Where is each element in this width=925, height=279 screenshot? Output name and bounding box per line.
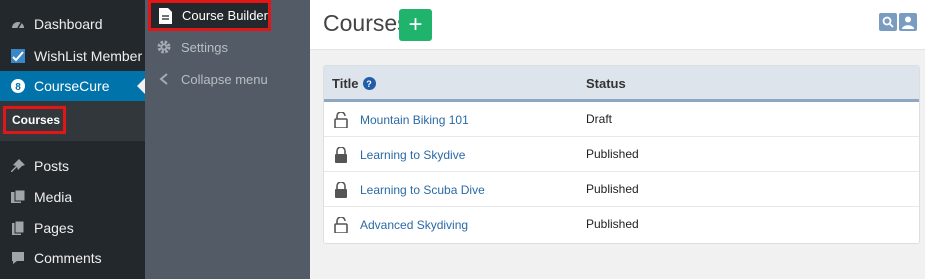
menu-item-pages[interactable]: Pages [0, 213, 145, 243]
menu-item-dashboard[interactable]: Dashboard [0, 9, 145, 39]
active-arrow [137, 78, 145, 94]
lock-icon [334, 181, 348, 198]
comment-icon [9, 249, 27, 267]
table-row: Advanced Skydiving Published [324, 207, 919, 242]
course-status: Published [586, 147, 639, 161]
menu-label: Pages [34, 220, 74, 236]
document-icon [157, 7, 173, 24]
menu-item-wishlist-member[interactable]: WishList Member [0, 41, 145, 71]
dashboard-icon [9, 15, 27, 33]
page-title: Courses [323, 10, 409, 36]
checkmark-icon [9, 47, 27, 65]
svg-text:8: 8 [15, 82, 21, 93]
help-icon[interactable]: ? [362, 77, 376, 90]
course-title-link[interactable]: Learning to Skydive [360, 148, 465, 162]
menu-label: Dashboard [34, 16, 103, 32]
unlocked-icon [334, 216, 348, 234]
chevron-left-icon [156, 71, 172, 87]
course-status: Draft [586, 112, 613, 126]
course-builder-item[interactable]: Course Builder [148, 0, 271, 31]
add-course-button[interactable]: + [399, 9, 432, 41]
column-header-title: Title ? [332, 76, 376, 91]
menu-item-media[interactable]: Media [0, 182, 145, 212]
menu-label: WishList Member [34, 48, 143, 64]
unlocked-icon [334, 111, 348, 129]
settings-item[interactable]: Settings [145, 32, 310, 62]
menu-label: Media [34, 189, 73, 205]
main-content: Courses + Title ? Status Mountain Biking… [310, 0, 925, 279]
menu-item-comments[interactable]: Comments [0, 243, 145, 273]
collapse-menu-item[interactable]: Collapse menu [145, 64, 310, 94]
menu-label: CourseCure [34, 78, 110, 94]
coursecure-icon: 8 [9, 77, 27, 95]
menu-item-coursecure[interactable]: 8 CourseCure [0, 71, 145, 101]
pages-icon [9, 219, 27, 237]
table-row: Learning to Skydive Published [324, 137, 919, 172]
course-status: Published [586, 217, 639, 231]
course-title-link[interactable]: Learning to Scuba Dive [360, 183, 485, 197]
submenu-item-courses[interactable]: Courses [3, 106, 66, 134]
collapse-label: Collapse menu [181, 71, 268, 87]
menu-label: Comments [34, 250, 102, 266]
course-title-link[interactable]: Advanced Skydiving [360, 218, 468, 232]
menu-label: Posts [34, 158, 70, 174]
course-status: Published [586, 182, 639, 196]
course-title-link[interactable]: Mountain Biking 101 [360, 113, 469, 127]
search-icon[interactable] [879, 13, 897, 31]
admin-sidebar: Dashboard WishList Member 8 CourseCure C… [0, 0, 145, 279]
page-header: Courses + [310, 0, 925, 50]
settings-label: Settings [181, 39, 228, 55]
user-icon[interactable] [899, 13, 917, 31]
column-title-label: Title [332, 76, 359, 91]
table-row: Mountain Biking 101 Draft [324, 102, 919, 137]
table-row: Learning to Scuba Dive Published [324, 172, 919, 207]
menu-item-posts[interactable]: Posts [0, 151, 145, 181]
pin-icon [9, 157, 27, 175]
column-header-status: Status [586, 76, 626, 91]
media-icon [9, 188, 27, 206]
lock-icon [334, 146, 348, 163]
courses-table: Title ? Status Mountain Biking 101 Draft… [323, 65, 920, 244]
course-sub-panel: Settings Collapse menu [145, 0, 310, 279]
table-header: Title ? Status [324, 66, 919, 102]
course-builder-label: Course Builder [182, 8, 268, 23]
gear-icon [156, 39, 172, 55]
